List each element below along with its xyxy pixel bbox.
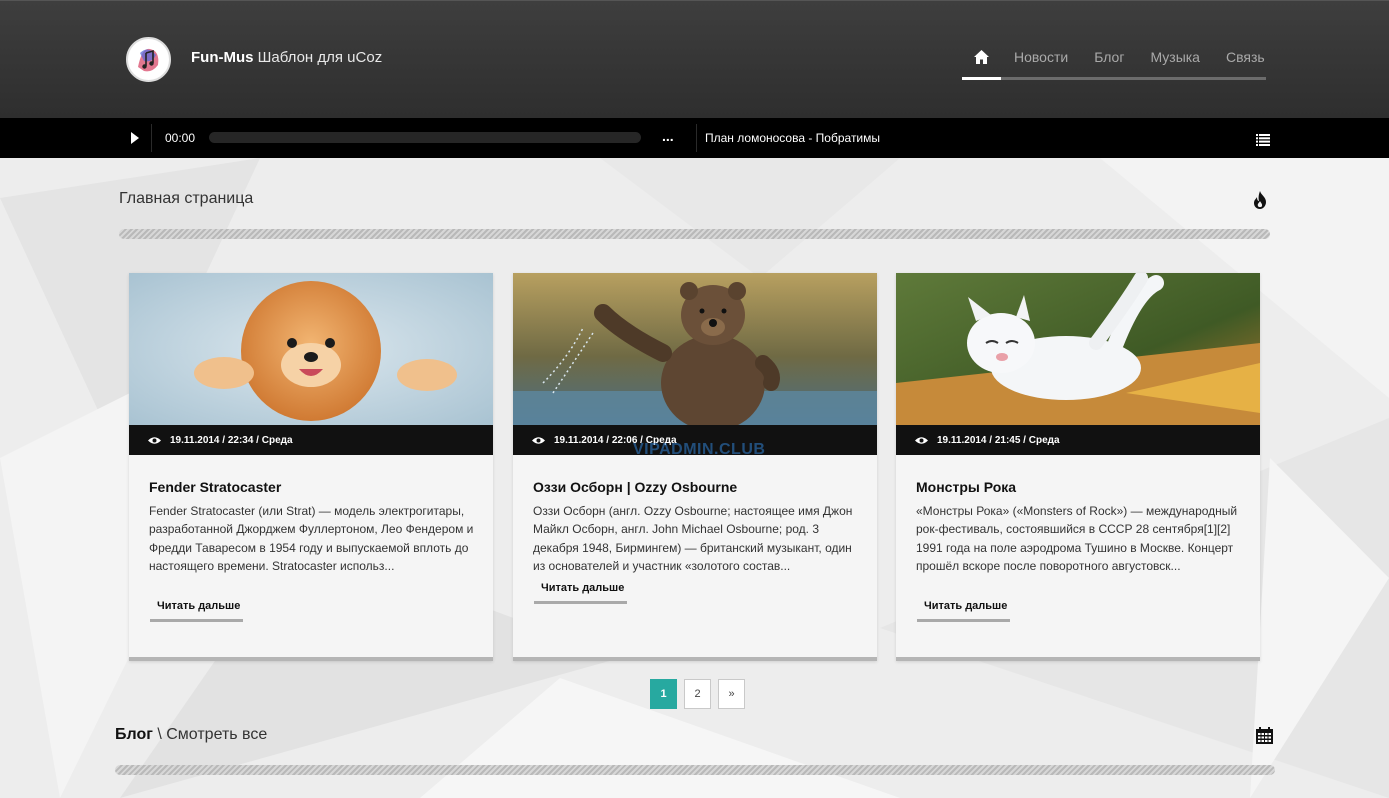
watermark-text: VIPADMIN.CLUB (633, 441, 766, 458)
card-meta: 19.11.2014 / 21:45 / Среда (896, 425, 1260, 455)
blog-section-header: Блог \ Смотреть все (115, 726, 267, 744)
home-icon (974, 50, 989, 64)
nav-item-music[interactable]: Музыка (1150, 37, 1200, 77)
card-image-pomeranian[interactable] (129, 273, 493, 425)
card-image-bear[interactable] (513, 273, 877, 425)
nav-home[interactable] (962, 37, 1001, 80)
blog-view-all-link[interactable]: Смотреть все (166, 726, 267, 743)
nav-item-contact[interactable]: Связь (1226, 37, 1265, 77)
blog-title: Блог (115, 726, 153, 743)
section-divider (115, 765, 1275, 775)
fire-icon (1254, 191, 1266, 209)
card-excerpt: Fender Stratocaster (или Strat) — модель… (149, 504, 474, 573)
hot-button[interactable] (1252, 191, 1268, 214)
news-card: 19.11.2014 / 22:34 / Среда Fender Strato… (129, 273, 493, 661)
card-title[interactable]: Монстры Рока (916, 479, 1016, 495)
blog-separator: \ (157, 726, 162, 743)
card-title[interactable]: Оззи Осборн | Ozzy Osbourne (533, 479, 737, 495)
player-more-button[interactable]: ... (662, 128, 674, 144)
player-progress-bar[interactable] (209, 132, 641, 143)
player-time: 00:00 (165, 131, 196, 145)
pagination: 1 2 » (650, 679, 752, 709)
card-excerpt: «Монстры Рока» («Monsters of Rock») — ме… (916, 504, 1238, 573)
brand-name: Fun-Mus (191, 49, 254, 66)
card-title[interactable]: Fender Stratocaster (149, 479, 281, 495)
news-card: 19.11.2014 / 21:45 / Среда Монстры Рока … (896, 273, 1260, 661)
calendar-button[interactable] (1256, 727, 1273, 749)
page-1-button[interactable]: 1 (650, 679, 677, 709)
site-title[interactable]: Fun-Mus Шаблон для uCoz (191, 49, 382, 66)
calendar-icon (1256, 727, 1273, 744)
card-date: 19.11.2014 / 22:34 / Среда (170, 434, 293, 446)
card-image-kitten[interactable] (896, 273, 1260, 425)
brand-subtitle: Шаблон для uCoz (257, 49, 383, 66)
player-track-title: План ломоносова - Побратимы (705, 131, 881, 145)
read-more-link[interactable]: Читать дальше (534, 582, 627, 604)
card-meta: 19.11.2014 / 22:34 / Среда (129, 425, 493, 455)
nav-item-news[interactable]: Новости (1014, 37, 1068, 77)
card-excerpt: Оззи Осборн (англ. Ozzy Osbourne; настоя… (533, 504, 853, 573)
site-header: Fun-Mus Шаблон для uCoz Новости Блог Муз… (0, 0, 1389, 118)
eye-icon (148, 436, 161, 444)
play-button[interactable] (128, 131, 142, 145)
card-date: 19.11.2014 / 21:45 / Среда (937, 434, 1060, 446)
next-page-button[interactable]: » (718, 679, 745, 709)
eye-icon (915, 436, 928, 444)
divider (151, 124, 152, 152)
nav-item-blog[interactable]: Блог (1094, 37, 1124, 77)
read-more-link[interactable]: Читать дальше (917, 600, 1010, 622)
news-card: 19.11.2014 / 22:06 / Среда Оззи Осборн |… (513, 273, 877, 661)
page-2-button[interactable]: 2 (684, 679, 711, 709)
playlist-button[interactable] (1256, 133, 1270, 151)
site-logo[interactable] (126, 37, 171, 82)
play-icon (131, 132, 139, 144)
read-more-link[interactable]: Читать дальше (150, 600, 243, 622)
eye-icon (532, 436, 545, 444)
page-title: Главная страница (119, 190, 254, 207)
list-icon (1256, 134, 1270, 146)
audio-player: 00:00 ... План ломоносова - Побратимы (0, 118, 1389, 158)
section-divider (119, 229, 1270, 239)
main-nav: Новости Блог Музыка Связь (962, 37, 1266, 80)
divider (696, 124, 697, 152)
